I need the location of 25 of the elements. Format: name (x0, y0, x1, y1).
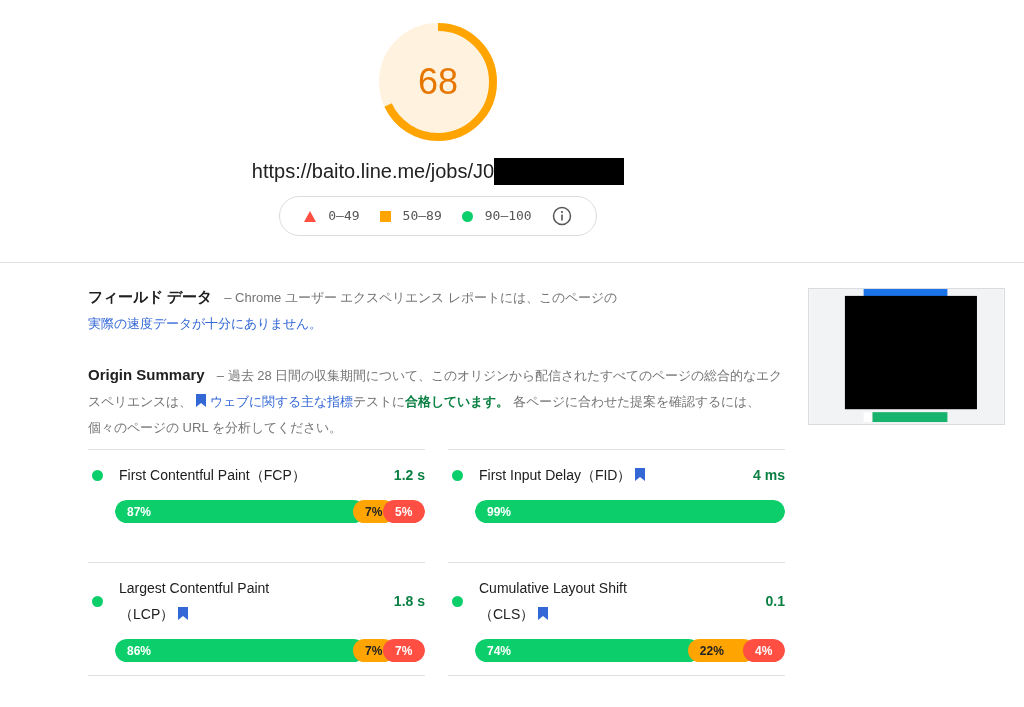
metric-value: 1.8 s (393, 591, 425, 611)
section-description: Origin Summary – 過去 28 日間の収集期間について、このオリジンから配信されたすべてのページの総合的なエクスペリエンスは、 ウェブに関する主な指標テストに合格しています。 各ページに合わせた提案を確認するには、個々のページの URL を分析してください。 (88, 365, 784, 437)
metric-value: 0.1 (765, 591, 785, 611)
report-link[interactable]: ウェブに関する主な指標 (192, 394, 353, 409)
info-icon[interactable] (551, 206, 572, 226)
distribution-segment: 99% (475, 500, 785, 523)
metric-name: Largest Contentful Paint （LCP） (119, 579, 271, 624)
square-icon (379, 210, 391, 222)
triangle-icon (304, 210, 317, 222)
distribution-segment: 7% (383, 639, 425, 662)
legend-range: 90–100 (484, 207, 532, 226)
distribution-segment: 4% (743, 639, 785, 662)
legend-range: 50–89 (402, 207, 442, 226)
page-url: https://baito.line.me/jobs/J0 (251, 159, 495, 184)
circle-icon (461, 210, 473, 222)
metric-value: 1.2 s (393, 465, 425, 485)
metric-name: First Input Delay（FID） (479, 462, 746, 488)
metric-value: 4 ms (753, 465, 785, 485)
metric-name: First Contentful Paint（FCP） (119, 466, 307, 485)
section-description: フィールド データ – Chrome ユーザー エクスペリエンス レポートには、このページの 実際の速度データが十分にありません。 (88, 287, 619, 333)
score-value: 68 (418, 64, 458, 100)
distribution-segment: 5% (383, 500, 425, 523)
report-link[interactable]: 実際の速度データが十分にありません。 (88, 316, 322, 331)
metric-name: Cumulative Layout Shift （CLS） (479, 579, 628, 624)
legend-range: 0–49 (328, 207, 360, 226)
